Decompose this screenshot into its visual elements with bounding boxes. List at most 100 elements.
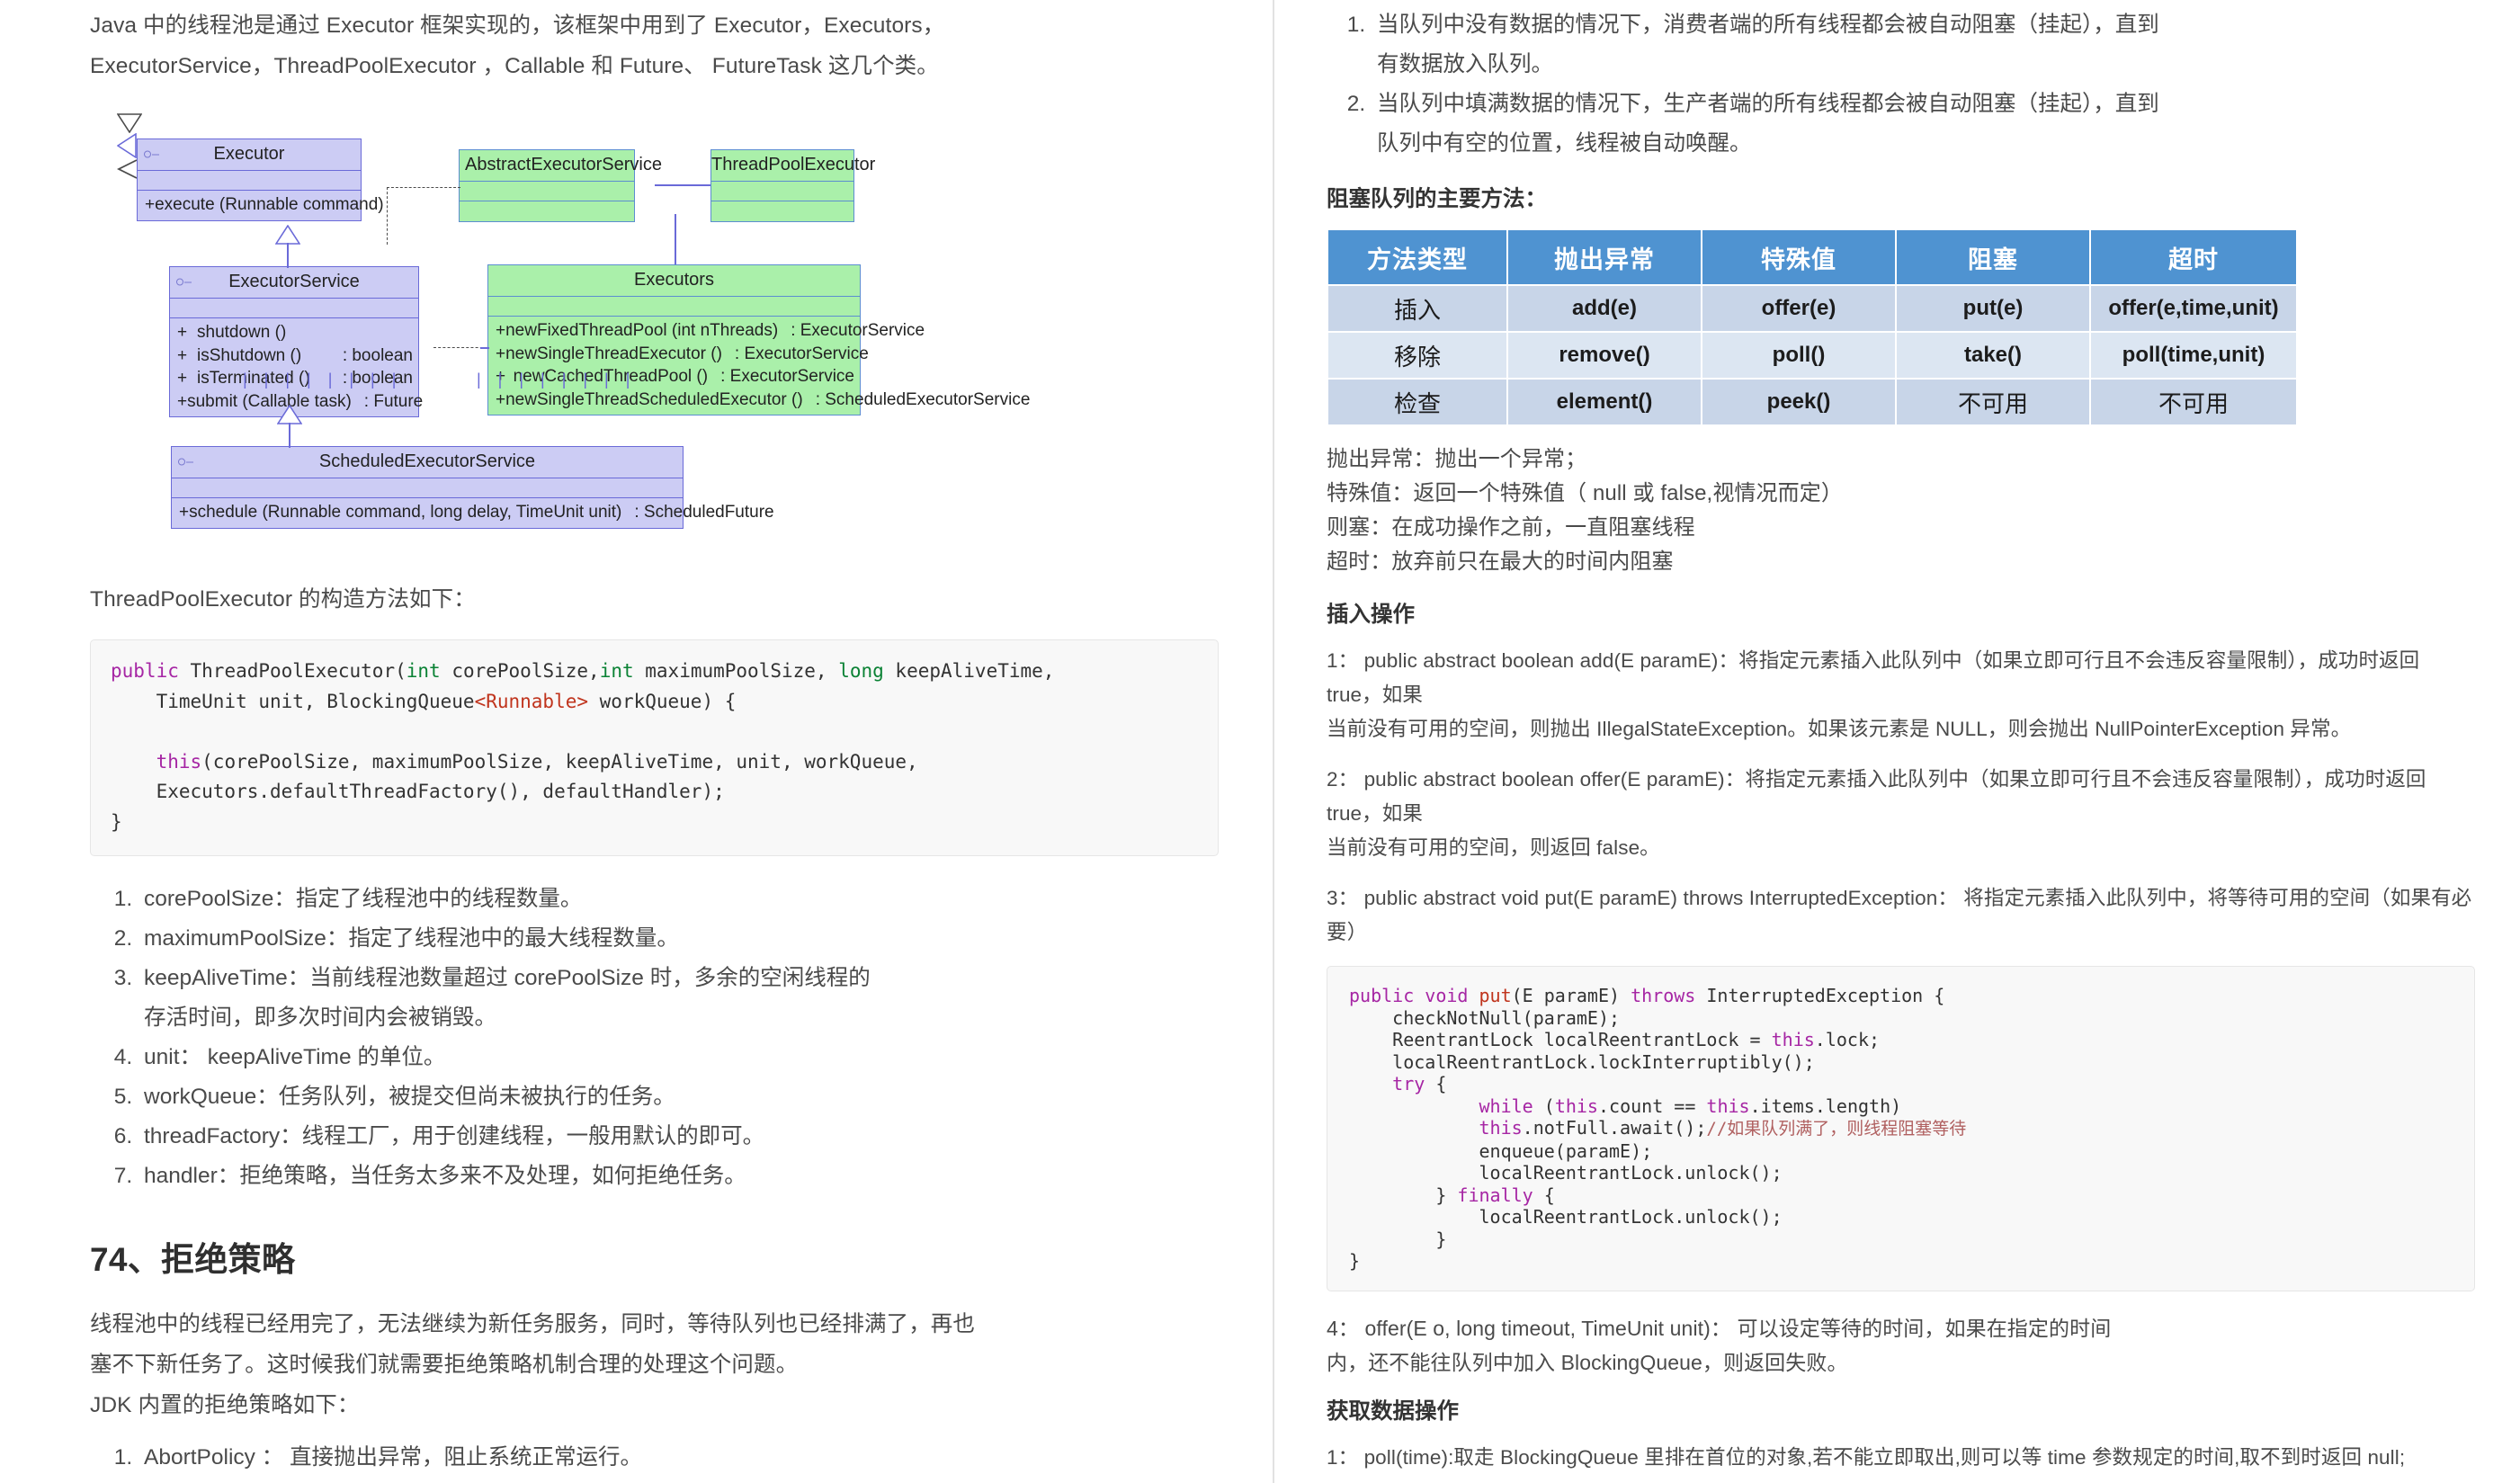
list-item: handler：拒绝策略，当任务太多来不及处理，如何拒绝任务。 bbox=[139, 1157, 1219, 1196]
aes-header: AbstractExecutorService bbox=[460, 150, 634, 182]
uml-executor-title: Executor bbox=[138, 139, 361, 170]
code-line bbox=[111, 717, 1198, 747]
uml-decorative-dots: | | | | | | | | bbox=[243, 371, 402, 389]
uml-class-scheduled-executor-service: ScheduledExecutorService + schedule (Run… bbox=[171, 446, 684, 529]
tpe-attrs bbox=[711, 182, 853, 201]
table-row: 移除 remove() poll() take() poll(time,unit… bbox=[1327, 332, 2297, 379]
executor-framework-uml-diagram: Executor + execute (Runnable command) bbox=[117, 113, 1070, 563]
policy-intro-line-1: 线程池中的线程已经用完了，无法继续为新任务服务，同时，等待队列也已经排满了，再也 bbox=[90, 1304, 1219, 1345]
visibility-plus: + bbox=[177, 390, 187, 414]
code-token: int bbox=[407, 660, 441, 682]
code-token: { bbox=[1425, 1073, 1446, 1094]
code-line: ReentrantLock localReentrantLock = this.… bbox=[1349, 1029, 2453, 1051]
uml-method-row: + isShutdown () : boolean bbox=[170, 344, 418, 368]
code-token: { bbox=[1533, 1184, 1555, 1206]
uml-method-row: + shutdown () bbox=[170, 321, 418, 344]
code-token: corePoolSize, bbox=[441, 660, 600, 682]
uml-dashed-connector bbox=[387, 187, 460, 188]
method-return: : ExecutorService bbox=[778, 319, 925, 343]
ctor-caption: ThreadPoolExecutor 的构造方法如下： bbox=[90, 579, 1219, 620]
code-token: public bbox=[1349, 985, 1425, 1006]
table-cell: 检查 bbox=[1327, 379, 1507, 425]
list-item: 当队列中填满数据的情况下，生产者端的所有线程都会被自动阻塞（挂起），直到队列中有… bbox=[1372, 85, 2181, 164]
uml-class-abstract-executor-service: AbstractExecutorService bbox=[459, 149, 635, 222]
code-token: maximumPoolSize, bbox=[634, 660, 839, 682]
uml-aes-title: AbstractExecutorService bbox=[460, 150, 634, 181]
method-return bbox=[400, 321, 413, 344]
code-line: TimeUnit unit, BlockingQueue<Runnable> w… bbox=[111, 687, 1198, 718]
code-line: while (this.count == this.items.length) bbox=[1349, 1095, 2453, 1118]
method-name: newSingleThreadScheduledExecutor () bbox=[505, 389, 803, 412]
put-method-code-block: public void put(E paramE) throws Interru… bbox=[1327, 966, 2475, 1291]
uml-method-row: + schedule (Runnable command, long delay… bbox=[172, 501, 683, 524]
code-token: this bbox=[1772, 1029, 1815, 1050]
uml-ses-title: ScheduledExecutorService bbox=[172, 447, 683, 478]
offer-timeout-line-1: 4： offer(E o, long timeout, TimeUnit uni… bbox=[1327, 1311, 2475, 1345]
method-name: newFixedThreadPool (int nThreads) bbox=[505, 319, 778, 343]
aes-attrs bbox=[460, 182, 634, 201]
code-token: //如果队列满了，则线程阻塞等待 bbox=[1706, 1119, 1966, 1139]
code-token: long bbox=[838, 660, 884, 682]
ses-methods: + schedule (Runnable command, long delay… bbox=[172, 498, 683, 528]
method-return: : ScheduledFuture bbox=[621, 501, 773, 524]
uml-connector-line bbox=[675, 214, 676, 264]
uml-class-thread-pool-executor: ThreadPoolExecutor bbox=[710, 149, 854, 222]
generalization-arrow-executor-service bbox=[277, 405, 302, 424]
list-item: keepAliveTime：当前线程池数量超过 corePoolSize 时，多… bbox=[139, 959, 885, 1038]
uml-decorative-dots: | | | | | | | | bbox=[477, 371, 636, 389]
uml-method-row: + newSingleThreadScheduledExecutor () : … bbox=[488, 389, 860, 412]
policy-intro: 线程池中的线程已经用完了，无法继续为新任务服务，同时，等待队列也已经排满了，再也… bbox=[90, 1304, 1219, 1425]
realization-arrow bbox=[117, 113, 1070, 133]
constructor-params-list: corePoolSize：指定了线程池中的线程数量。 maximumPoolSi… bbox=[90, 880, 1219, 1196]
column-header: 特殊值 bbox=[1702, 229, 1896, 285]
code-token: localReentrantLock.unlock(); bbox=[1349, 1162, 1783, 1184]
insert-op-1-line-2: 当前没有可用的空间，则抛出 IllegalStateException。如果该元… bbox=[1327, 712, 2475, 746]
uml-dashed-connector bbox=[387, 187, 388, 245]
method-name: newSingleThreadExecutor () bbox=[505, 343, 722, 366]
list-item: 当队列中没有数据的情况下，消费者端的所有线程都会被自动阻塞（挂起），直到有数据放… bbox=[1372, 5, 2181, 85]
blocking-queue-methods-table: 方法类型 抛出异常 特殊值 阻塞 超时 插入 add(e) offer(e) p… bbox=[1327, 228, 2298, 426]
definition-line: 特殊值：返回一个特殊值（ null 或 false,视情况而定） bbox=[1327, 477, 2475, 511]
es-attrs bbox=[170, 299, 418, 318]
uml-executor-attributes bbox=[138, 171, 361, 191]
code-token: throws bbox=[1631, 985, 1695, 1006]
code-line: } finally { bbox=[1349, 1184, 2453, 1207]
uml-executors-title: Executors bbox=[488, 265, 860, 296]
table-cell: put(e) bbox=[1896, 285, 2090, 332]
code-token: this bbox=[1706, 1095, 1749, 1117]
uml-method-row: + newFixedThreadPool (int nThreads) : Ex… bbox=[488, 319, 860, 343]
list-item: unit： keepAliveTime 的单位。 bbox=[139, 1038, 1219, 1077]
table-cell: 插入 bbox=[1327, 285, 1507, 332]
table-cell: remove() bbox=[1507, 332, 1702, 379]
interface-marker-icon bbox=[144, 151, 159, 159]
table-cell: poll(time,unit) bbox=[2090, 332, 2297, 379]
thread-pool-executor-code-block: public ThreadPoolExecutor(int corePoolSi… bbox=[90, 639, 1219, 856]
method-return: : ScheduledExecutorService bbox=[803, 389, 1031, 412]
es-header: ExecutorService bbox=[170, 267, 418, 299]
policy-intro-line-3: JDK 内置的拒绝策略如下： bbox=[90, 1385, 1219, 1425]
visibility-plus: + bbox=[177, 344, 197, 368]
interface-marker-icon bbox=[178, 459, 193, 467]
code-token: InterruptedException { bbox=[1695, 985, 1944, 1006]
code-line: } bbox=[1349, 1228, 2453, 1251]
code-token bbox=[1349, 1117, 1479, 1139]
code-token: } bbox=[1349, 1250, 1360, 1272]
method-name: shutdown () bbox=[197, 321, 286, 344]
uml-class-executor: Executor + execute (Runnable command) bbox=[137, 138, 362, 221]
table-cell: element() bbox=[1507, 379, 1702, 425]
uml-method-row: + newSingleThreadExecutor () : ExecutorS… bbox=[488, 343, 860, 366]
code-token: workQueue) { bbox=[588, 691, 736, 712]
code-line: checkNotNull(paramE); bbox=[1349, 1007, 2453, 1030]
table-row: 插入 add(e) offer(e) put(e) offer(e,time,u… bbox=[1327, 285, 2297, 332]
exs-methods: + newFixedThreadPool (int nThreads) : Ex… bbox=[488, 317, 860, 415]
table-cell: 不可用 bbox=[2090, 379, 2297, 425]
policy-intro-line-2: 塞不下新任务了。这时候我们就需要拒绝策略机制合理的处理这个问题。 bbox=[90, 1345, 1219, 1385]
code-token: localReentrantLock.lockInterruptibly(); bbox=[1349, 1051, 1815, 1073]
code-token bbox=[1349, 1073, 1392, 1094]
list-item: CallerRunsPolicy ： 只要线程池未关闭，该策略直接在调用者线程中… bbox=[139, 1478, 876, 1483]
code-token bbox=[111, 751, 156, 773]
term-definitions: 抛出异常：抛出一个异常； 特殊值：返回一个特殊值（ null 或 false,视… bbox=[1327, 442, 2475, 579]
code-token: (corePoolSize, maximumPoolSize, keepAliv… bbox=[201, 751, 918, 773]
offer-timeout-note: 4： offer(E o, long timeout, TimeUnit uni… bbox=[1327, 1311, 2475, 1380]
code-token: this bbox=[1479, 1117, 1523, 1139]
